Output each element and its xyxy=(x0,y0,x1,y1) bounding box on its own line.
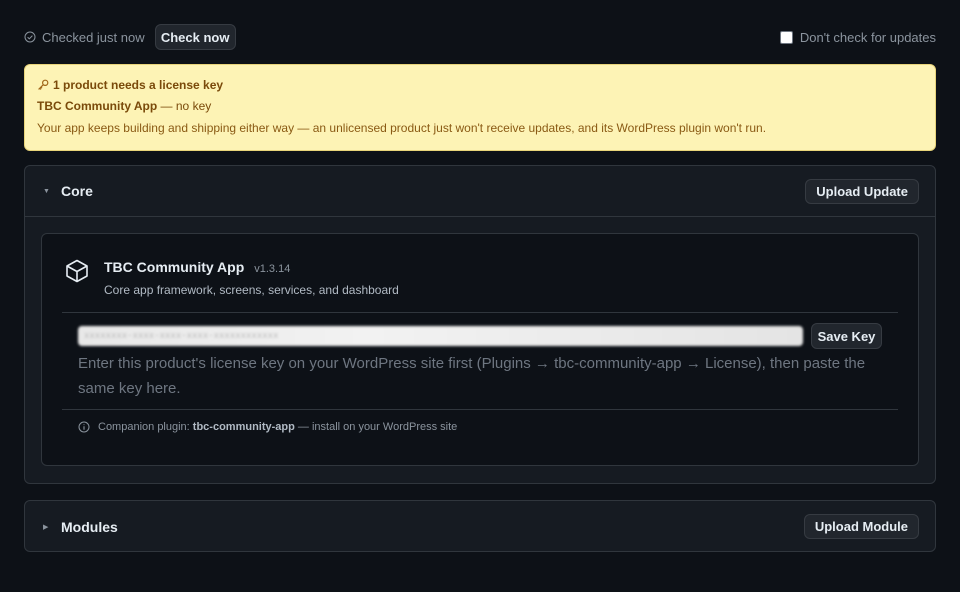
modules-section: ▶ Modules Upload Module xyxy=(24,500,936,552)
companion-plugin-note: Companion plugin: tbc-community-app — in… xyxy=(78,421,457,433)
companion-text: Companion plugin: tbc-community-app — in… xyxy=(98,421,457,433)
dont-check-checkbox[interactable] xyxy=(779,30,793,44)
core-title-wrap[interactable]: ▼ Core xyxy=(43,183,93,199)
check-now-button[interactable]: Check now xyxy=(154,24,236,50)
core-section-header[interactable]: ▼ Core Upload Update xyxy=(25,166,935,217)
page: Checked just now Check now Don't check f… xyxy=(0,0,960,592)
license-warning-banner: 1 product needs a license key TBC Commun… xyxy=(24,64,936,151)
modules-section-title[interactable]: Modules xyxy=(61,519,118,535)
product-name-row: TBC Community App v1.3.14 xyxy=(104,259,290,275)
product-card-header: TBC Community App v1.3.14 Core app frame… xyxy=(62,234,898,313)
companion-prefix: Companion plugin: xyxy=(98,421,193,433)
core-section: ▼ Core Upload Update TBC Community App v… xyxy=(24,165,936,484)
save-key-button[interactable]: Save Key xyxy=(811,323,882,349)
upload-module-button[interactable]: Upload Module xyxy=(803,514,919,539)
product-name: TBC Community App xyxy=(104,259,245,275)
checked-status-text: Checked just now xyxy=(42,29,145,45)
check-circle-icon xyxy=(24,31,36,43)
banner-product-line: TBC Community App — no key xyxy=(37,99,923,117)
triangle-right-icon[interactable]: ▶ xyxy=(43,523,51,531)
key-icon xyxy=(38,79,49,90)
license-key-hint: Enter this product's license key on your… xyxy=(78,355,866,397)
product-description: Core app framework, screens, services, a… xyxy=(104,283,399,297)
core-section-title[interactable]: Core xyxy=(61,183,93,199)
card-divider xyxy=(62,409,898,410)
product-card: TBC Community App v1.3.14 Core app frame… xyxy=(41,233,919,466)
box-icon xyxy=(66,259,88,283)
companion-plugin-name: tbc-community-app xyxy=(192,421,295,433)
dont-check-toggle[interactable]: Don't check for updates xyxy=(779,30,936,45)
license-key-input[interactable] xyxy=(78,326,803,346)
upload-update-button[interactable]: Upload Update xyxy=(805,178,919,204)
dont-check-label[interactable]: Don't check for updates xyxy=(800,30,936,45)
banner-product-name: TBC Community App xyxy=(37,99,158,113)
modules-section-header[interactable]: ▶ Modules Upload Module xyxy=(25,501,935,552)
update-check-bar: Checked just now Check now Don't check f… xyxy=(24,24,936,50)
companion-suffix: — install on your WordPress site xyxy=(294,421,458,433)
triangle-down-icon[interactable]: ▼ xyxy=(43,188,51,195)
product-version: v1.3.14 xyxy=(254,263,291,275)
banner-product-status: — no key xyxy=(157,99,212,113)
banner-message: Your app keeps building and shipping eit… xyxy=(37,121,767,135)
modules-title-wrap[interactable]: ▶ Modules xyxy=(43,519,118,535)
license-key-row: Save Key xyxy=(78,323,882,349)
banner-title-row: 1 product needs a license key xyxy=(37,76,923,94)
check-status: Checked just now Check now xyxy=(24,24,236,50)
info-icon xyxy=(78,421,90,433)
banner-title: 1 product needs a license key xyxy=(53,78,224,92)
